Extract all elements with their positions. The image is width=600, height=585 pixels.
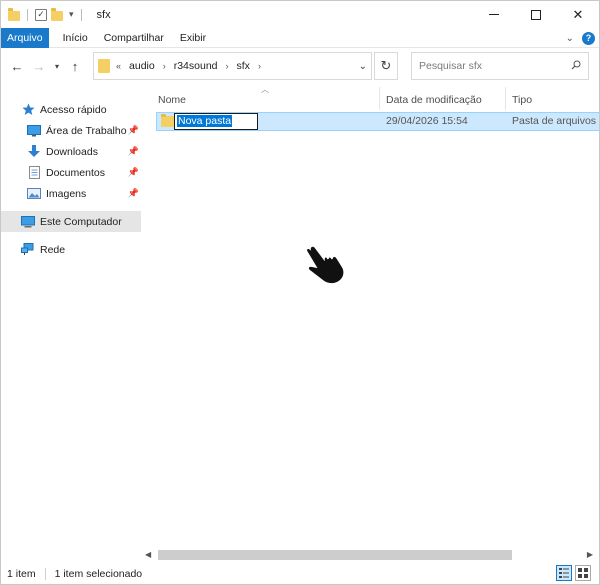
scrollbar-thumb[interactable] [158,550,512,560]
sidebar-item-imagens[interactable]: Imagens 📌 [27,183,141,204]
close-button[interactable]: ✕ [557,1,599,28]
star-icon [21,103,35,117]
sidebar-item-label: Rede [40,243,66,256]
download-arrow-icon [27,145,41,159]
details-view-button[interactable] [556,565,572,581]
breadcrumb-separator[interactable]: › [163,61,166,71]
ribbon-options: ⌄ ? [566,28,595,48]
hand-cursor-icon [305,245,345,285]
file-type: Pasta de arquivos [512,115,597,127]
refresh-button[interactable]: ↻ [374,52,398,80]
title-bar: ✓ ▾ sfx ✕ [1,1,599,28]
window-controls: ✕ [473,1,599,28]
sort-ascending-icon: ︿ [261,85,269,94]
maximize-button[interactable] [515,1,557,28]
selection-count: 1 item selecionado [54,568,143,580]
pin-icon[interactable]: 📌 [128,146,139,157]
toolbar-divider [80,8,82,21]
view-switcher [556,565,591,581]
large-icons-view-icon [578,568,588,578]
minimize-button[interactable] [473,1,515,28]
window-title: sfx [96,8,111,21]
sidebar-item-acesso-rapido[interactable]: Acesso rápido [21,99,141,120]
breadcrumb-audio[interactable]: audio [129,60,155,72]
ribbon-tabs: Arquivo Início Compartilhar Exibir ⌄ ? [1,27,599,48]
sidebar-item-label: Este Computador [40,215,122,228]
file-explorer-window: ✓ ▾ sfx ✕ Arquivo Início Compartilhar Ex… [0,0,600,585]
breadcrumb-sfx[interactable]: sfx [237,60,250,72]
rename-field[interactable]: Nova pasta [174,113,258,130]
folder-icon [161,114,174,127]
scroll-left-arrow-icon[interactable]: ◀ [145,550,151,559]
table-row[interactable]: Nova pasta 29/04/2026 15:54 Pasta de arq… [156,112,599,131]
folder-icon [98,59,110,73]
pin-icon[interactable]: 📌 [128,188,139,199]
properties-icon[interactable]: ✓ [35,8,47,21]
network-icon [21,243,35,257]
navigation-pane: Acesso rápido Área de Trabalho 📌 Downloa… [1,84,151,544]
desktop-icon [27,124,41,138]
customize-toolbar-chevron-icon[interactable]: ▾ [69,9,74,20]
large-icons-view-button[interactable] [575,565,591,581]
breadcrumb-separator[interactable]: › [226,61,229,71]
expand-ribbon-chevron-icon[interactable]: ⌄ [566,33,574,44]
pin-icon[interactable]: 📌 [128,125,139,136]
forward-arrow-icon[interactable]: → [28,55,50,77]
help-icon[interactable]: ? [582,31,595,45]
minimize-icon [489,14,499,15]
breadcrumb-separator[interactable]: › [258,61,261,71]
breadcrumb-r34sound[interactable]: r34sound [174,60,218,72]
folder-icon [8,7,20,21]
tab-compartilhar[interactable]: Compartilhar [96,28,172,48]
column-header-name[interactable]: Nome [158,90,186,110]
tab-inicio[interactable]: Início [55,28,96,48]
column-divider[interactable] [505,87,506,110]
sidebar-item-rede[interactable]: Rede [21,239,141,260]
details-view-icon [559,568,569,578]
navigation-bar: ← → ▾ ↑ « audio › r34sound › sfx › ⌄ ↻ P… [1,48,599,84]
quick-access-toolbar: ✓ ▾ [1,1,85,28]
image-icon [27,187,41,201]
address-history-chevron-icon[interactable]: ⌄ [359,53,367,79]
scroll-right-arrow-icon[interactable]: ▶ [587,550,593,559]
close-icon: ✕ [572,6,584,22]
document-icon [27,166,41,180]
tab-exibir[interactable]: Exibir [172,28,214,48]
file-list: ︿ Nome Data de modificação Tipo Nova pas… [151,84,599,544]
refresh-icon: ↻ [380,58,392,73]
sidebar-item-label: Acesso rápido [40,103,107,116]
sidebar-item-label: Downloads [46,145,98,158]
sidebar-item-label: Imagens [46,187,87,200]
search-input[interactable]: Pesquisar sfx [411,52,589,80]
file-modified: 29/04/2026 15:54 [386,115,468,127]
column-header-modified[interactable]: Data de modificação [386,90,482,110]
address-bar[interactable]: « audio › r34sound › sfx › ⌄ [93,52,372,80]
sidebar-item-documentos[interactable]: Documentos 📌 [27,162,141,183]
sidebar-item-este-computador[interactable]: Este Computador [1,211,141,232]
sidebar-item-label: Área de Trabalho [46,124,127,137]
recent-locations-chevron-icon[interactable]: ▾ [50,55,64,77]
sidebar-item-label: Documentos [46,166,105,179]
toolbar-divider [27,8,28,21]
computer-icon [21,215,35,229]
back-arrow-icon[interactable]: ← [6,55,28,77]
item-count: 1 item [7,568,36,580]
sidebar-item-downloads[interactable]: Downloads 📌 [27,141,141,162]
status-divider [44,568,46,580]
breadcrumb-overflow[interactable]: « [116,61,121,71]
maximize-icon [531,9,541,20]
search-placeholder: Pesquisar sfx [419,60,483,72]
file-name: Nova pasta [177,115,233,127]
up-arrow-icon[interactable]: ↑ [64,55,86,77]
column-header-type[interactable]: Tipo [512,90,532,110]
pin-icon[interactable]: 📌 [128,167,139,178]
search-icon [571,60,581,70]
new-folder-icon[interactable] [51,7,63,21]
sidebar-item-area-de-trabalho[interactable]: Área de Trabalho 📌 [27,120,141,141]
horizontal-scrollbar[interactable]: ◀ ▶ [141,547,599,563]
status-bar: 1 item 1 item selecionado [1,563,599,584]
tab-arquivo[interactable]: Arquivo [1,27,49,48]
column-divider[interactable] [379,87,380,110]
